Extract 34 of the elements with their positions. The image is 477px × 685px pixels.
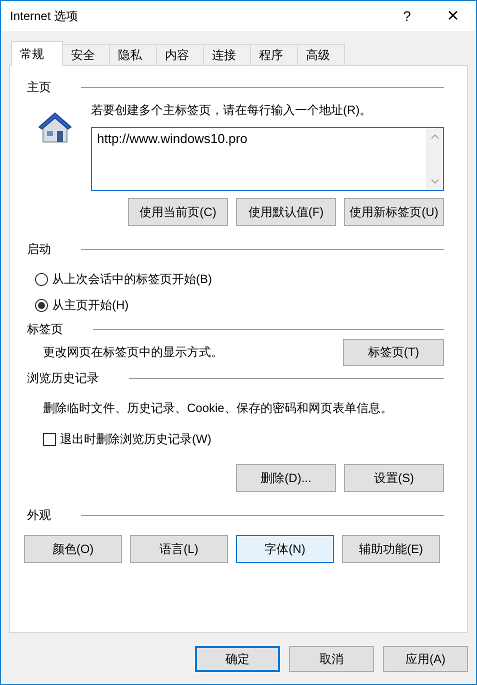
button[interactable]: 取消	[289, 646, 374, 672]
button[interactable]: 颜色(O)	[24, 535, 122, 563]
help-button[interactable]: ?	[384, 1, 430, 31]
button[interactable]: 删除(D)...	[236, 464, 336, 492]
checkbox-label[interactable]: 退出时删除浏览历史记录(W)	[60, 431, 212, 448]
button[interactable]: 使用当前页(C)	[128, 198, 228, 226]
button[interactable]: 应用(A)	[383, 646, 468, 672]
address-field[interactable]: http://www.windows10.pro	[91, 127, 444, 191]
button[interactable]: 语言(L)	[130, 535, 228, 563]
section-heading: 浏览历史记录	[27, 370, 99, 386]
button[interactable]: 字体(N)	[236, 535, 334, 563]
radio-label[interactable]: 从主页开始(H)	[52, 297, 129, 314]
button[interactable]: 使用新标签页(U)	[344, 198, 444, 226]
description-text: 删除临时文件、历史记录、Cookie、保存的密码和网页表单信息。	[42, 400, 394, 417]
close-button[interactable]: ×	[430, 1, 476, 31]
window-title: Internet 选项	[10, 8, 80, 24]
house-icon	[37, 110, 73, 144]
button[interactable]: 设置(S)	[344, 464, 444, 492]
radio-button[interactable]	[35, 299, 48, 312]
section-heading: 启动	[27, 240, 51, 258]
checkbox[interactable]	[43, 433, 56, 446]
instruction-text: 若要创建多个主标签页，请在每行输入一个地址(R)。	[91, 102, 373, 119]
button[interactable]: 标签页(T)	[343, 339, 444, 366]
radio-button[interactable]	[35, 273, 48, 286]
section-heading: 标签页	[27, 320, 63, 338]
button[interactable]: 使用默认值(F)	[236, 198, 336, 226]
tab[interactable]: 高级	[297, 44, 345, 65]
button[interactable]: 辅助功能(E)	[342, 535, 440, 563]
description-text: 更改网页在标签页中的显示方式。	[43, 344, 223, 361]
section-heading: 主页	[27, 78, 51, 96]
tab[interactable]: 常规	[11, 41, 63, 66]
section-heading: 外观	[27, 506, 51, 524]
radio-label[interactable]: 从上次会话中的标签页开始(B)	[52, 271, 212, 288]
button[interactable]: 确定	[195, 646, 280, 672]
